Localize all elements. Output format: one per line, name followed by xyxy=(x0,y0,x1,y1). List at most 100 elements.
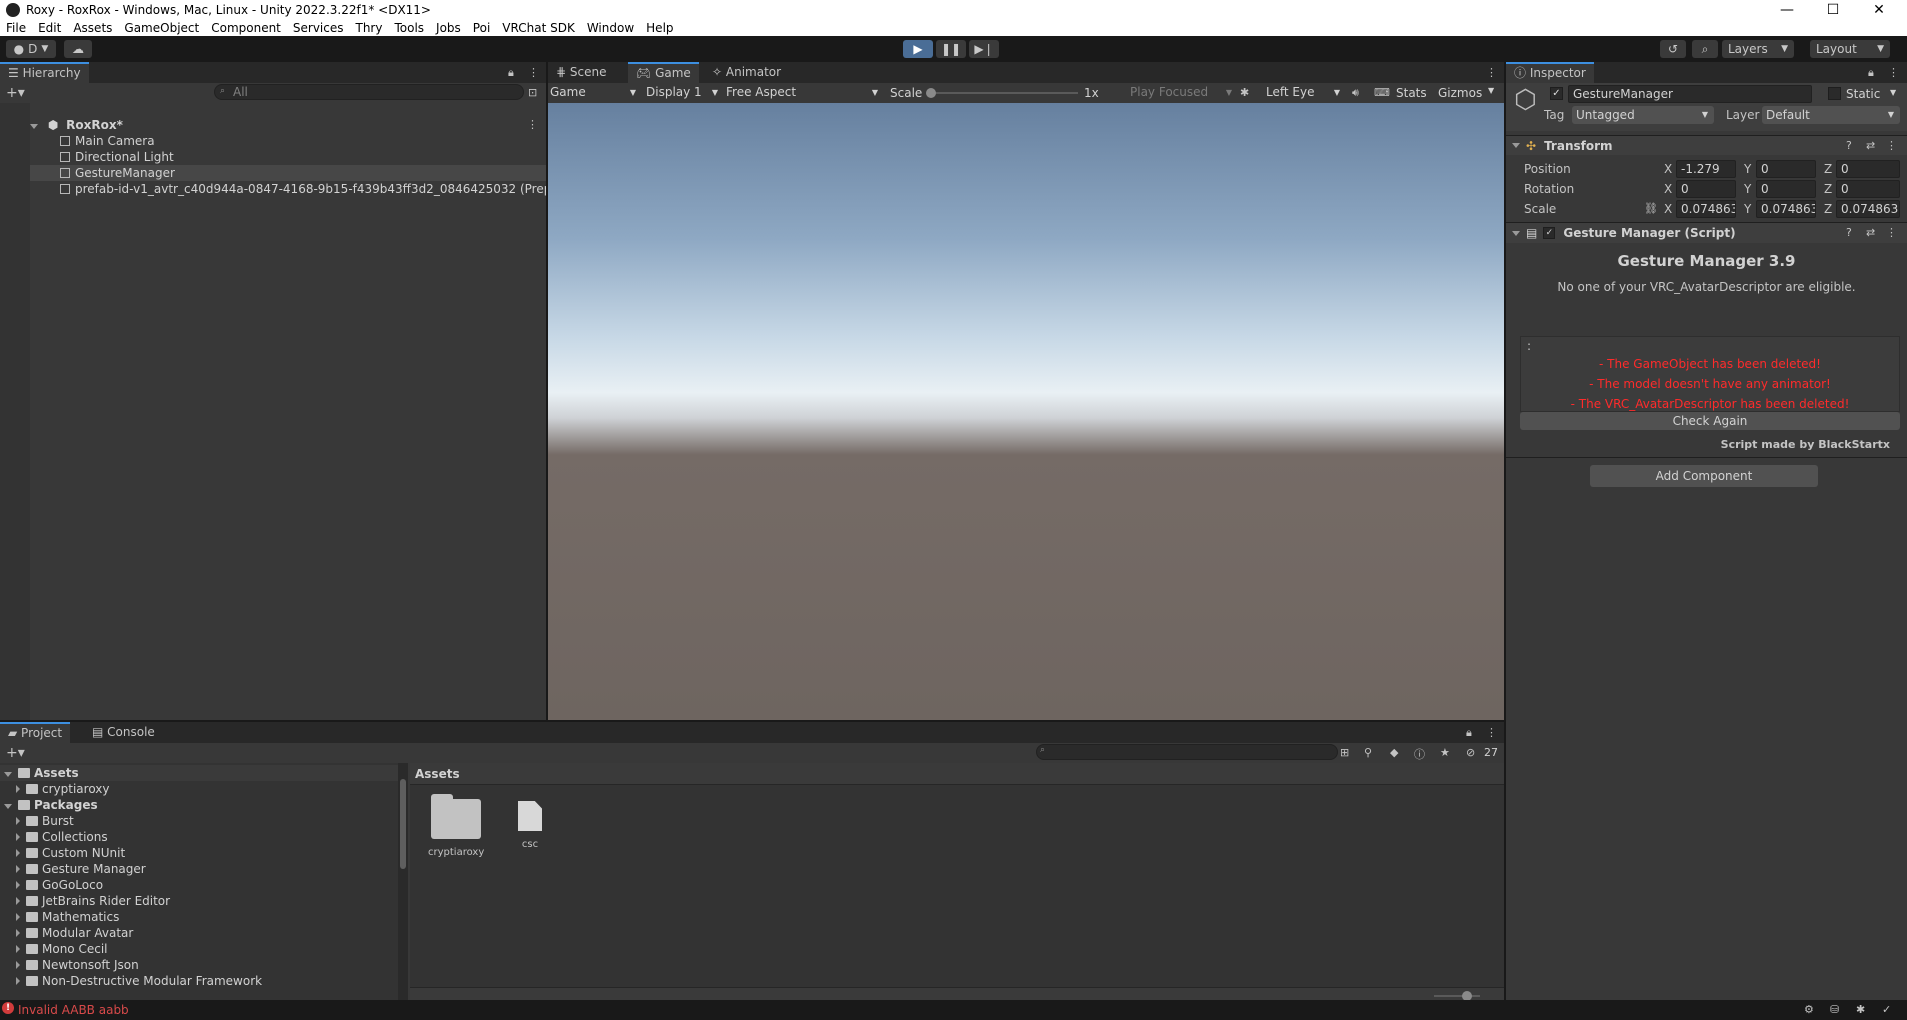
menu-jobs[interactable]: Jobs xyxy=(436,20,461,36)
kebab-menu-icon[interactable]: ⋮ xyxy=(1886,226,1897,239)
debug-icon[interactable]: ✱ xyxy=(1856,1003,1865,1016)
expand-arrow-icon[interactable] xyxy=(16,833,20,841)
tab-project[interactable]: ▰ Project xyxy=(0,722,71,743)
layer-dropdown[interactable]: Default ▼ xyxy=(1762,106,1900,124)
network-icon[interactable]: ⛁ xyxy=(1830,1003,1839,1016)
expand-arrow-icon[interactable] xyxy=(1512,143,1520,148)
project-search-input[interactable] xyxy=(1036,744,1338,760)
object-name-input[interactable]: GestureManager xyxy=(1568,85,1812,103)
search-by-type-icon[interactable]: ⊞ xyxy=(1340,746,1349,759)
stats-button[interactable]: Stats xyxy=(1396,86,1427,100)
kebab-menu-icon[interactable]: ⋮ xyxy=(528,66,539,79)
tree-folder[interactable]: Newtonsoft Json xyxy=(16,957,139,973)
scale-y-field[interactable]: 0.074863 xyxy=(1756,200,1816,218)
layers-dropdown[interactable]: Layers ▼ xyxy=(1722,40,1794,58)
preset-icon[interactable]: ⇄ xyxy=(1866,139,1875,152)
aspect-dropdown[interactable]: Free Aspect ▼ xyxy=(726,85,878,99)
hierarchy-item-selected[interactable]: GestureManager xyxy=(30,165,546,181)
tag-dropdown[interactable]: Untagged ▼ xyxy=(1572,106,1714,124)
hierarchy-item[interactable]: Directional Light xyxy=(60,149,174,165)
lock-icon[interactable]: 🔒︎ xyxy=(1466,726,1472,740)
tree-folder[interactable]: Mathematics xyxy=(16,909,119,925)
gizmos-button[interactable]: Gizmos xyxy=(1438,86,1482,100)
tree-folder[interactable]: cryptiaroxy xyxy=(16,781,110,797)
kebab-menu-icon[interactable]: ⋮ xyxy=(1486,66,1497,79)
preset-icon[interactable]: ⇄ xyxy=(1866,226,1875,239)
label-icon[interactable]: ◆ xyxy=(1390,746,1398,759)
position-x-field[interactable]: -1.279 xyxy=(1676,160,1736,178)
help-icon[interactable]: ? xyxy=(1846,226,1852,239)
expand-arrow-icon[interactable] xyxy=(1512,230,1520,236)
progress-icon[interactable]: ⚙ xyxy=(1804,1003,1814,1016)
rotation-y-field[interactable]: 0 xyxy=(1756,180,1816,198)
tab-console[interactable]: ▤ Console xyxy=(84,722,163,743)
display-dropdown[interactable]: Display 1 ▼ xyxy=(646,85,718,99)
help-icon[interactable]: ? xyxy=(1846,139,1852,152)
account-dropdown[interactable]: ● D ▼ xyxy=(6,40,56,58)
scale-x-field[interactable]: 0.074863 xyxy=(1676,200,1736,218)
component-enabled-checkbox[interactable]: ✓ xyxy=(1543,227,1556,239)
icon-size-slider-track[interactable] xyxy=(1434,995,1480,997)
scale-slider-track[interactable] xyxy=(928,92,1078,94)
chevron-down-icon[interactable]: ▼ xyxy=(1890,88,1896,97)
assets-breadcrumb[interactable]: Assets xyxy=(410,763,1504,785)
tab-hierarchy[interactable]: ☰ Hierarchy xyxy=(0,62,89,83)
scale-slider-handle[interactable] xyxy=(926,88,936,98)
menu-thry[interactable]: Thry xyxy=(356,20,383,36)
hierarchy-search-input[interactable]: All xyxy=(214,84,524,100)
menu-services[interactable]: Services xyxy=(293,20,344,36)
rotation-x-field[interactable]: 0 xyxy=(1676,180,1736,198)
audio-icon[interactable]: 🔊︎ xyxy=(1352,86,1359,100)
rotation-z-field[interactable]: 0 xyxy=(1836,180,1900,198)
expand-arrow-icon[interactable] xyxy=(16,977,20,985)
static-checkbox[interactable] xyxy=(1828,87,1841,100)
tab-inspector[interactable]: ⓘ Inspector xyxy=(1506,62,1594,83)
kebab-menu-icon[interactable]: ⋮ xyxy=(1888,66,1899,79)
hidden-eye-icon[interactable]: ⊘ xyxy=(1466,746,1475,759)
kebab-menu-icon[interactable]: ⋮ xyxy=(527,117,538,133)
kebab-menu-icon[interactable]: ⋮ xyxy=(1486,726,1497,739)
expand-arrow-icon[interactable] xyxy=(16,785,20,793)
hierarchy-item[interactable]: prefab-id-v1_avtr_c40d944a-0847-4168-9b1… xyxy=(60,181,546,197)
search-button[interactable]: ⌕ xyxy=(1692,40,1718,58)
expand-arrow-icon[interactable] xyxy=(16,881,20,889)
tab-animator[interactable]: ✧ Animator xyxy=(704,62,789,83)
expand-arrow-icon[interactable] xyxy=(16,913,20,921)
tree-folder[interactable]: Non-Destructive Modular Framework xyxy=(16,973,262,989)
menu-edit[interactable]: Edit xyxy=(38,20,61,36)
active-checkbox[interactable]: ✓ xyxy=(1550,87,1563,100)
menu-gameobject[interactable]: GameObject xyxy=(124,20,199,36)
position-y-field[interactable]: 0 xyxy=(1756,160,1816,178)
keyboard-icon[interactable]: ⌨ xyxy=(1374,86,1390,99)
add-icon[interactable]: +▾ xyxy=(6,85,25,101)
maximize-button[interactable]: ☐ xyxy=(1810,0,1856,20)
link-icon[interactable]: ⛓ xyxy=(1644,202,1658,215)
tree-folder[interactable]: GoGoLoco xyxy=(16,877,103,893)
menu-file[interactable]: File xyxy=(6,20,26,36)
tree-folder[interactable]: JetBrains Rider Editor xyxy=(16,893,170,909)
expand-arrow-icon[interactable] xyxy=(16,929,20,937)
eye-dropdown[interactable]: Left Eye ▼ xyxy=(1266,85,1340,99)
expand-arrow-icon[interactable] xyxy=(16,817,20,825)
expand-arrow-icon[interactable] xyxy=(16,865,20,873)
pause-button[interactable]: ❚❚ xyxy=(936,40,966,58)
menu-assets[interactable]: Assets xyxy=(73,20,112,36)
asset-file[interactable]: csc xyxy=(510,799,550,871)
step-button[interactable]: ▶❘ xyxy=(969,40,999,58)
tree-folder[interactable]: Mono Cecil xyxy=(16,941,107,957)
tab-game[interactable]: 🎮︎ Game xyxy=(628,62,699,83)
expand-arrow-icon[interactable] xyxy=(16,945,20,953)
history-button[interactable]: ↺ xyxy=(1660,40,1686,58)
lock-icon[interactable]: 🔒︎ xyxy=(508,66,514,80)
tree-scrollbar-thumb[interactable] xyxy=(400,779,406,869)
close-button[interactable]: ✕ xyxy=(1856,0,1902,20)
play-focused-dropdown[interactable]: Play Focused ▼ xyxy=(1130,85,1232,99)
warning-filter-icon[interactable]: ⓘ xyxy=(1414,746,1425,762)
tree-scrollbar[interactable] xyxy=(398,763,408,1004)
game-render-viewport[interactable] xyxy=(548,103,1504,720)
menu-vrchat-sdk[interactable]: VRChat SDK xyxy=(502,20,575,36)
check-again-button[interactable]: Check Again xyxy=(1520,412,1900,430)
menu-component[interactable]: Component xyxy=(211,20,281,36)
transform-header[interactable]: ✣ Transform ? ⇄ ⋮ xyxy=(1506,135,1907,155)
expand-arrow-icon[interactable] xyxy=(30,124,38,129)
